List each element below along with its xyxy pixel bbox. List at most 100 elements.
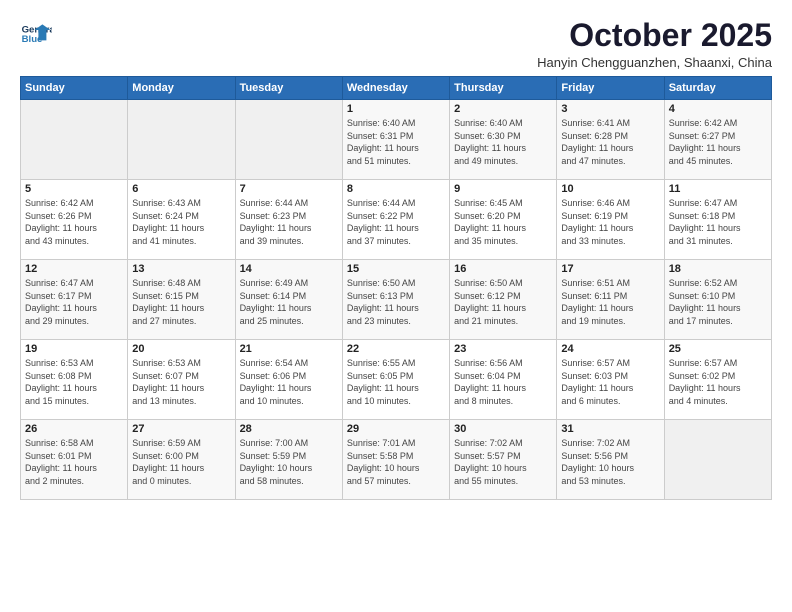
col-sunday: Sunday xyxy=(21,77,128,100)
calendar-day: 12Sunrise: 6:47 AM Sunset: 6:17 PM Dayli… xyxy=(21,260,128,340)
logo: General Blue xyxy=(20,18,52,50)
day-number: 6 xyxy=(132,183,230,195)
calendar-day: 16 Sunrise: 6:50 AM Sunset: 6:12 PM Dayli… xyxy=(450,260,557,340)
day-number: 3 xyxy=(561,103,659,115)
day-info: Sunrise: 6:55 AM Sunset: 6:05 PM Dayligh… xyxy=(347,357,445,407)
calendar-day: 10Sunrise: 6:46 AM Sunset: 6:19 PM Dayli… xyxy=(557,180,664,260)
day-number: 22 xyxy=(347,343,445,355)
day-info: Sunrise: 6:40 AM Sunset: 6:31 PM Dayligh… xyxy=(347,117,445,167)
col-monday: Monday xyxy=(128,77,235,100)
day-number: 16 xyxy=(454,263,552,275)
day-number: 8 xyxy=(347,183,445,195)
day-number: 4 xyxy=(669,103,767,115)
day-info: Sunrise: 7:00 AM Sunset: 5:59 PM Dayligh… xyxy=(240,437,338,487)
calendar-day xyxy=(21,100,128,180)
calendar-day: 27Sunrise: 6:59 AM Sunset: 6:00 PM Dayli… xyxy=(128,420,235,500)
calendar-header-row: Sunday Monday Tuesday Wednesday Thursday… xyxy=(21,77,772,100)
calendar-week-2: 5 Sunrise: 6:42 AM Sunset: 6:26 PM Daylig… xyxy=(21,180,772,260)
col-friday: Friday xyxy=(557,77,664,100)
day-info: Sunrise: 6:41 AM Sunset: 6:28 PM Dayligh… xyxy=(561,117,659,167)
day-number: 23 xyxy=(454,343,552,355)
day-info: Sunrise: 6:50 AM Sunset: 6:12 PM Dayligh… xyxy=(454,277,552,327)
day-number: 20 xyxy=(132,343,230,355)
day-number: 19 xyxy=(25,343,123,355)
day-info: Sunrise: 7:02 AM Sunset: 5:57 PM Dayligh… xyxy=(454,437,552,487)
calendar-day: 1 Sunrise: 6:40 AM Sunset: 6:31 PM Daylig… xyxy=(342,100,449,180)
page: General Blue October 2025 Hanyin Chenggu… xyxy=(0,0,792,612)
day-info: Sunrise: 6:53 AM Sunset: 6:08 PM Dayligh… xyxy=(25,357,123,407)
day-info: Sunrise: 6:56 AM Sunset: 6:04 PM Dayligh… xyxy=(454,357,552,407)
day-info: Sunrise: 6:58 AM Sunset: 6:01 PM Dayligh… xyxy=(25,437,123,487)
title-block: October 2025 Hanyin Chengguanzhen, Shaan… xyxy=(537,18,772,70)
calendar-day: 2 Sunrise: 6:40 AM Sunset: 6:30 PM Daylig… xyxy=(450,100,557,180)
calendar-day: 21Sunrise: 6:54 AM Sunset: 6:06 PM Dayli… xyxy=(235,340,342,420)
day-number: 31 xyxy=(561,423,659,435)
day-info: Sunrise: 6:47 AM Sunset: 6:17 PM Dayligh… xyxy=(25,277,123,327)
day-info: Sunrise: 6:44 AM Sunset: 6:22 PM Dayligh… xyxy=(347,197,445,247)
day-info: Sunrise: 6:43 AM Sunset: 6:24 PM Dayligh… xyxy=(132,197,230,247)
day-number: 7 xyxy=(240,183,338,195)
calendar-day xyxy=(664,420,771,500)
header: General Blue October 2025 Hanyin Chenggu… xyxy=(20,18,772,70)
day-number: 29 xyxy=(347,423,445,435)
day-info: Sunrise: 6:42 AM Sunset: 6:26 PM Dayligh… xyxy=(25,197,123,247)
day-number: 27 xyxy=(132,423,230,435)
calendar-day: 28Sunrise: 7:00 AM Sunset: 5:59 PM Dayli… xyxy=(235,420,342,500)
calendar-day: 18Sunrise: 6:52 AM Sunset: 6:10 PM Dayli… xyxy=(664,260,771,340)
calendar-week-1: 1 Sunrise: 6:40 AM Sunset: 6:31 PM Daylig… xyxy=(21,100,772,180)
col-thursday: Thursday xyxy=(450,77,557,100)
day-number: 30 xyxy=(454,423,552,435)
calendar-day: 25 Sunrise: 6:57 AM Sunset: 6:02 PM Dayli… xyxy=(664,340,771,420)
day-number: 2 xyxy=(454,103,552,115)
day-info: Sunrise: 6:57 AM Sunset: 6:03 PM Dayligh… xyxy=(561,357,659,407)
day-info: Sunrise: 6:45 AM Sunset: 6:20 PM Dayligh… xyxy=(454,197,552,247)
calendar-day: 7 Sunrise: 6:44 AM Sunset: 6:23 PM Daylig… xyxy=(235,180,342,260)
day-info: Sunrise: 6:40 AM Sunset: 6:30 PM Dayligh… xyxy=(454,117,552,167)
calendar-day: 19 Sunrise: 6:53 AM Sunset: 6:08 PM Dayli… xyxy=(21,340,128,420)
subtitle: Hanyin Chengguanzhen, Shaanxi, China xyxy=(537,55,772,70)
day-number: 25 xyxy=(669,343,767,355)
day-info: Sunrise: 6:47 AM Sunset: 6:18 PM Dayligh… xyxy=(669,197,767,247)
calendar-day: 3 Sunrise: 6:41 AM Sunset: 6:28 PM Daylig… xyxy=(557,100,664,180)
calendar-week-4: 19 Sunrise: 6:53 AM Sunset: 6:08 PM Dayli… xyxy=(21,340,772,420)
day-number: 17 xyxy=(561,263,659,275)
calendar-day: 5 Sunrise: 6:42 AM Sunset: 6:26 PM Daylig… xyxy=(21,180,128,260)
month-title: October 2025 xyxy=(537,18,772,53)
calendar: Sunday Monday Tuesday Wednesday Thursday… xyxy=(20,76,772,500)
calendar-day: 31Sunrise: 7:02 AM Sunset: 5:56 PM Dayli… xyxy=(557,420,664,500)
day-number: 1 xyxy=(347,103,445,115)
day-info: Sunrise: 6:57 AM Sunset: 6:02 PM Dayligh… xyxy=(669,357,767,407)
day-info: Sunrise: 6:52 AM Sunset: 6:10 PM Dayligh… xyxy=(669,277,767,327)
day-info: Sunrise: 6:42 AM Sunset: 6:27 PM Dayligh… xyxy=(669,117,767,167)
calendar-day: 26Sunrise: 6:58 AM Sunset: 6:01 PM Dayli… xyxy=(21,420,128,500)
calendar-day: 14Sunrise: 6:49 AM Sunset: 6:14 PM Dayli… xyxy=(235,260,342,340)
calendar-day: 15 Sunrise: 6:50 AM Sunset: 6:13 PM Dayli… xyxy=(342,260,449,340)
col-wednesday: Wednesday xyxy=(342,77,449,100)
day-info: Sunrise: 6:44 AM Sunset: 6:23 PM Dayligh… xyxy=(240,197,338,247)
calendar-day: 23 Sunrise: 6:56 AM Sunset: 6:04 PM Dayli… xyxy=(450,340,557,420)
calendar-week-3: 12Sunrise: 6:47 AM Sunset: 6:17 PM Dayli… xyxy=(21,260,772,340)
day-number: 15 xyxy=(347,263,445,275)
day-info: Sunrise: 6:50 AM Sunset: 6:13 PM Dayligh… xyxy=(347,277,445,327)
day-number: 9 xyxy=(454,183,552,195)
calendar-day: 30 Sunrise: 7:02 AM Sunset: 5:57 PM Dayli… xyxy=(450,420,557,500)
day-info: Sunrise: 6:54 AM Sunset: 6:06 PM Dayligh… xyxy=(240,357,338,407)
calendar-day xyxy=(235,100,342,180)
calendar-day: 4 Sunrise: 6:42 AM Sunset: 6:27 PM Daylig… xyxy=(664,100,771,180)
day-info: Sunrise: 6:48 AM Sunset: 6:15 PM Dayligh… xyxy=(132,277,230,327)
calendar-day: 9 Sunrise: 6:45 AM Sunset: 6:20 PM Daylig… xyxy=(450,180,557,260)
day-info: Sunrise: 6:51 AM Sunset: 6:11 PM Dayligh… xyxy=(561,277,659,327)
day-info: Sunrise: 6:46 AM Sunset: 6:19 PM Dayligh… xyxy=(561,197,659,247)
calendar-day: 24 Sunrise: 6:57 AM Sunset: 6:03 PM Dayli… xyxy=(557,340,664,420)
col-tuesday: Tuesday xyxy=(235,77,342,100)
col-saturday: Saturday xyxy=(664,77,771,100)
day-number: 11 xyxy=(669,183,767,195)
calendar-day: 8 Sunrise: 6:44 AM Sunset: 6:22 PM Daylig… xyxy=(342,180,449,260)
calendar-day: 13Sunrise: 6:48 AM Sunset: 6:15 PM Dayli… xyxy=(128,260,235,340)
calendar-day: 29Sunrise: 7:01 AM Sunset: 5:58 PM Dayli… xyxy=(342,420,449,500)
day-info: Sunrise: 6:53 AM Sunset: 6:07 PM Dayligh… xyxy=(132,357,230,407)
calendar-day: 22 Sunrise: 6:55 AM Sunset: 6:05 PM Dayli… xyxy=(342,340,449,420)
day-number: 5 xyxy=(25,183,123,195)
day-number: 24 xyxy=(561,343,659,355)
calendar-week-5: 26Sunrise: 6:58 AM Sunset: 6:01 PM Dayli… xyxy=(21,420,772,500)
